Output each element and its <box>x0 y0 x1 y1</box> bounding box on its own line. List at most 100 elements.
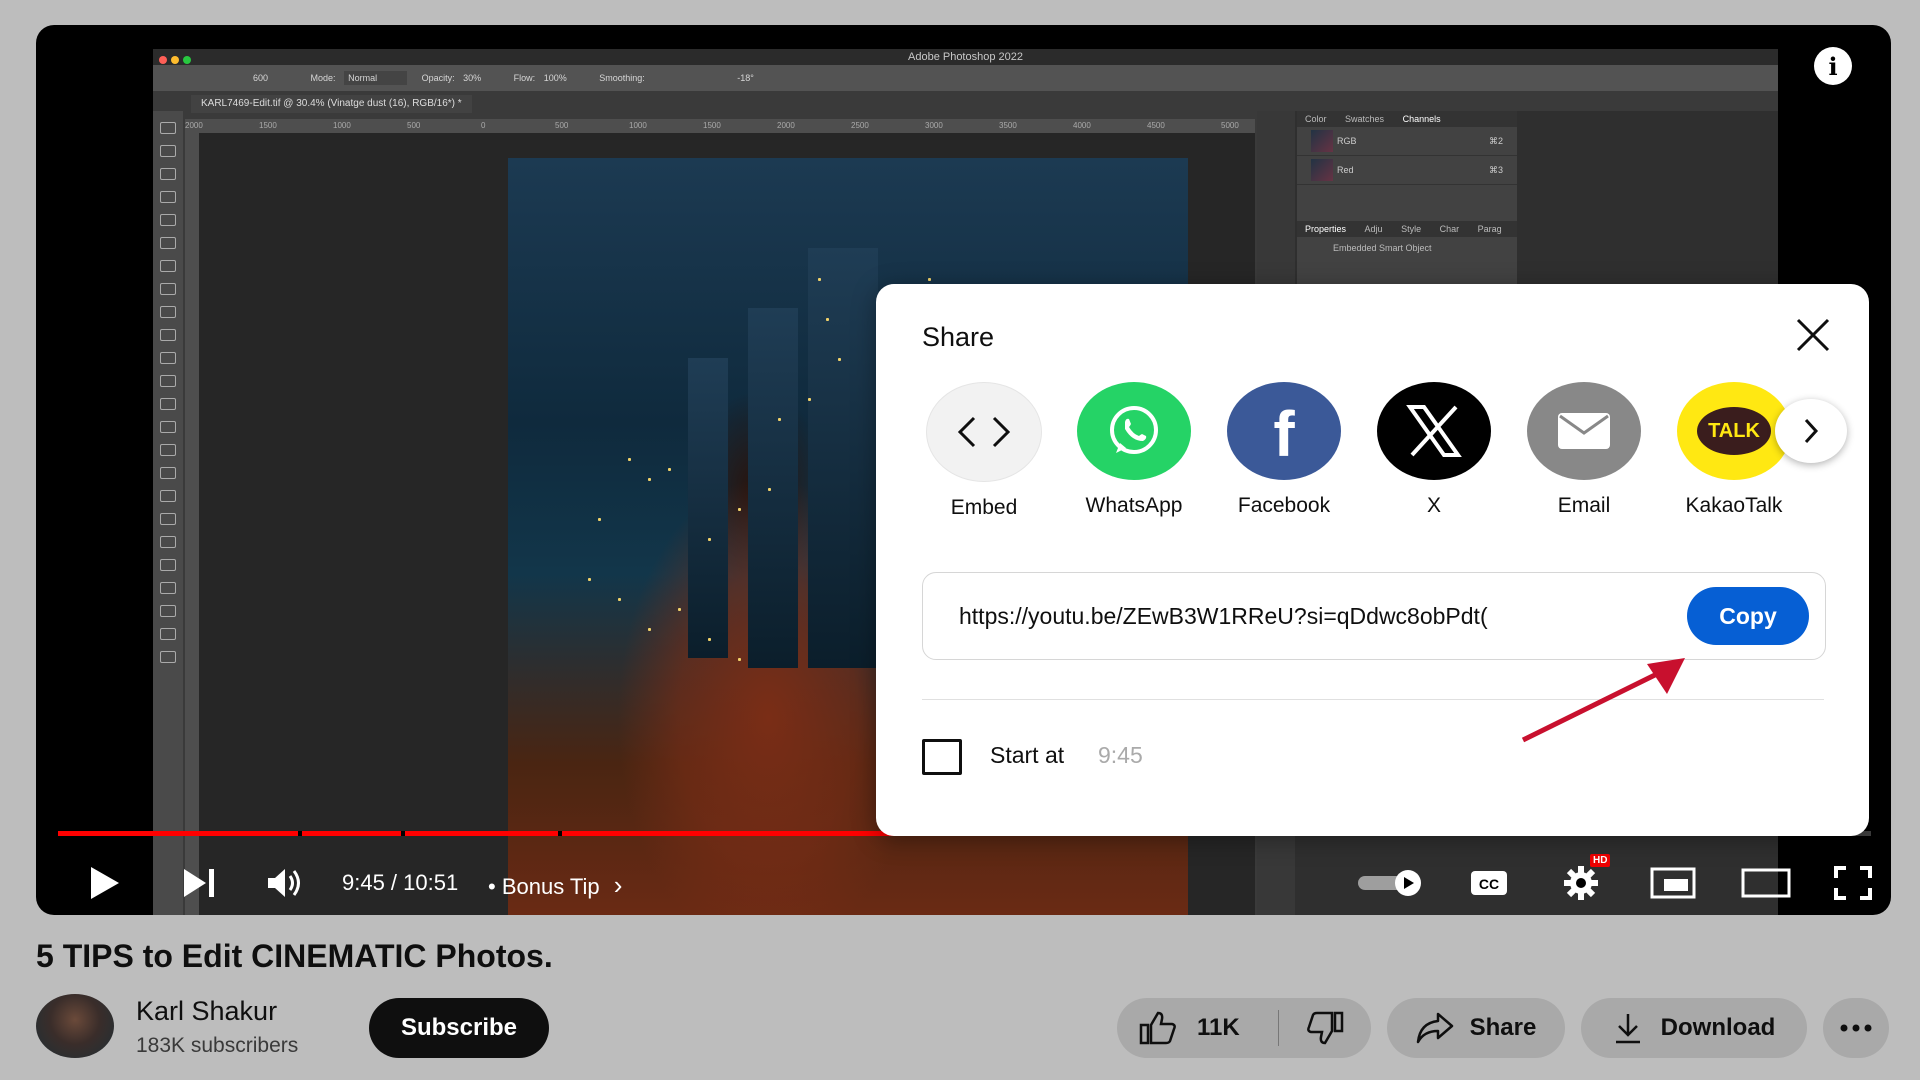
city-light <box>648 628 651 631</box>
settings-button[interactable]: HD <box>1556 854 1611 906</box>
kakaotalk-icon: TALK <box>1697 407 1771 455</box>
next-button[interactable] <box>176 860 222 906</box>
captions-icon: CC <box>1471 871 1507 895</box>
ruler-tick: 1000 <box>333 121 351 130</box>
download-button[interactable]: Download <box>1581 998 1807 1058</box>
ps-option: Opacity: <box>421 73 455 83</box>
like-dislike-group: 11K <box>1117 998 1371 1058</box>
miniplayer-button[interactable] <box>1648 860 1698 906</box>
volume-button[interactable] <box>260 860 310 906</box>
ruler-tick: 0 <box>481 121 486 130</box>
ruler-tick: 1500 <box>703 121 721 130</box>
share-target-label: WhatsApp <box>1085 494 1183 517</box>
ps-channel-row: RGB ⌘2 <box>1297 127 1517 156</box>
share-target-email[interactable]: Email <box>1509 382 1659 518</box>
theater-mode-button[interactable] <box>1738 860 1794 906</box>
share-target-embed[interactable]: Embed <box>909 382 1059 520</box>
ps-ruler-top: 2000 1500 1000 500 0 500 1000 1500 2000 2500 3000 3… <box>185 119 1255 133</box>
subscriber-count: 183K subscribers <box>136 1034 299 1057</box>
ruler-tick: 500 <box>555 121 569 130</box>
share-button-label: Share <box>1469 1014 1537 1041</box>
thumbs-up-icon <box>1139 1011 1176 1045</box>
info-button[interactable]: i <box>1814 47 1852 85</box>
ruler-tick: 500 <box>407 121 421 130</box>
ruler-tick: 4000 <box>1073 121 1091 130</box>
fullscreen-button[interactable] <box>1830 860 1876 906</box>
ps-channel-shortcut: ⌘2 <box>1488 136 1503 146</box>
start-at-checkbox[interactable] <box>922 739 962 775</box>
close-button[interactable] <box>1792 314 1834 356</box>
play-button[interactable] <box>82 860 128 906</box>
city-light <box>618 598 621 601</box>
more-actions-button[interactable] <box>1823 998 1889 1058</box>
next-targets-button[interactable] <box>1775 399 1847 463</box>
channel-avatar[interactable] <box>36 994 114 1058</box>
ps-tab: Channels <box>1402 114 1441 124</box>
ps-option: Normal <box>344 71 408 85</box>
city-light <box>778 418 781 421</box>
chapter-title[interactable]: • Bonus Tip › <box>488 870 622 901</box>
player-controls: 9:45 / 10:51 • Bonus Tip › CC HD <box>36 854 1891 910</box>
city-light <box>648 478 651 481</box>
ps-tab: Char <box>1439 224 1460 234</box>
time-display: 9:45 / 10:51 <box>342 870 459 895</box>
download-button-label: Download <box>1660 1014 1776 1041</box>
ruler-tick: 2500 <box>851 121 869 130</box>
like-count: 11K <box>1197 1014 1240 1041</box>
start-at-time-input[interactable]: 9:45 <box>1098 742 1143 769</box>
share-dialog-title: Share <box>922 322 995 352</box>
facebook-icon: f <box>1273 398 1295 470</box>
ps-brush-size: 600 <box>253 73 269 83</box>
ps-option: Flow: <box>513 73 536 83</box>
captions-button[interactable]: CC <box>1466 860 1512 906</box>
autoplay-toggle[interactable] <box>1358 860 1426 906</box>
share-target-label: Email <box>1557 494 1611 517</box>
chapter-marker <box>298 831 302 836</box>
start-at-label: Start at <box>990 742 1065 768</box>
subscribe-button[interactable]: Subscribe <box>369 998 549 1058</box>
ps-option: Smoothing: <box>599 73 645 83</box>
ruler-tick: 5000 <box>1221 121 1239 130</box>
skip-next-icon <box>184 869 214 897</box>
ps-tab: Style <box>1401 224 1422 234</box>
city-light <box>928 278 931 281</box>
autoplay-toggle-icon <box>1358 870 1421 896</box>
dislike-button[interactable] <box>1279 998 1371 1058</box>
share-target-label: Embed <box>950 496 1018 519</box>
ruler-tick: 4500 <box>1147 121 1165 130</box>
chevron-right-icon: › <box>613 870 623 900</box>
ps-properties-tabs: Properties Adju Style Char Parag <box>1297 221 1517 237</box>
share-url-field[interactable]: https://youtu.be/ZEwB3W1RReU?si=qDdwc8ob… <box>922 572 1826 660</box>
city-light <box>678 608 681 611</box>
ruler-tick: 3500 <box>999 121 1017 130</box>
channel-name[interactable]: Karl Shakur <box>136 996 277 1027</box>
play-icon <box>91 867 119 899</box>
city-light <box>808 398 811 401</box>
city-light <box>588 578 591 581</box>
close-icon <box>1796 318 1830 352</box>
more-horizontal-icon <box>1840 1024 1872 1032</box>
city-light <box>628 458 631 461</box>
share-target-x[interactable]: X <box>1359 382 1509 518</box>
city-light <box>826 318 829 321</box>
share-button[interactable]: Share <box>1387 998 1565 1058</box>
svg-text:CC: CC <box>1479 876 1499 892</box>
share-url-text[interactable]: https://youtu.be/ZEwB3W1RReU?si=qDdwc8ob… <box>959 603 1579 630</box>
ruler-tick: 1000 <box>629 121 647 130</box>
city-light <box>838 358 841 361</box>
ruler-tick: 2000 <box>185 121 203 130</box>
share-targets: Embed WhatsApp f Facebook X Email TALK K… <box>922 382 1822 522</box>
ps-option: Mode: <box>310 73 336 83</box>
whatsapp-icon <box>1110 406 1158 454</box>
ps-option: 30% <box>463 73 482 83</box>
city-light <box>768 488 771 491</box>
ps-tab: Parag <box>1477 224 1502 234</box>
ps-panel-tabs: Color Swatches Channels <box>1297 111 1517 127</box>
share-target-whatsapp[interactable]: WhatsApp <box>1059 382 1209 518</box>
ps-tab: Adju <box>1364 224 1383 234</box>
share-target-facebook[interactable]: f Facebook <box>1209 382 1359 518</box>
ps-tab: Color <box>1305 114 1327 124</box>
copy-button[interactable]: Copy <box>1687 587 1809 645</box>
ps-tab: Properties <box>1305 224 1347 234</box>
like-button[interactable]: 11K <box>1117 998 1278 1058</box>
